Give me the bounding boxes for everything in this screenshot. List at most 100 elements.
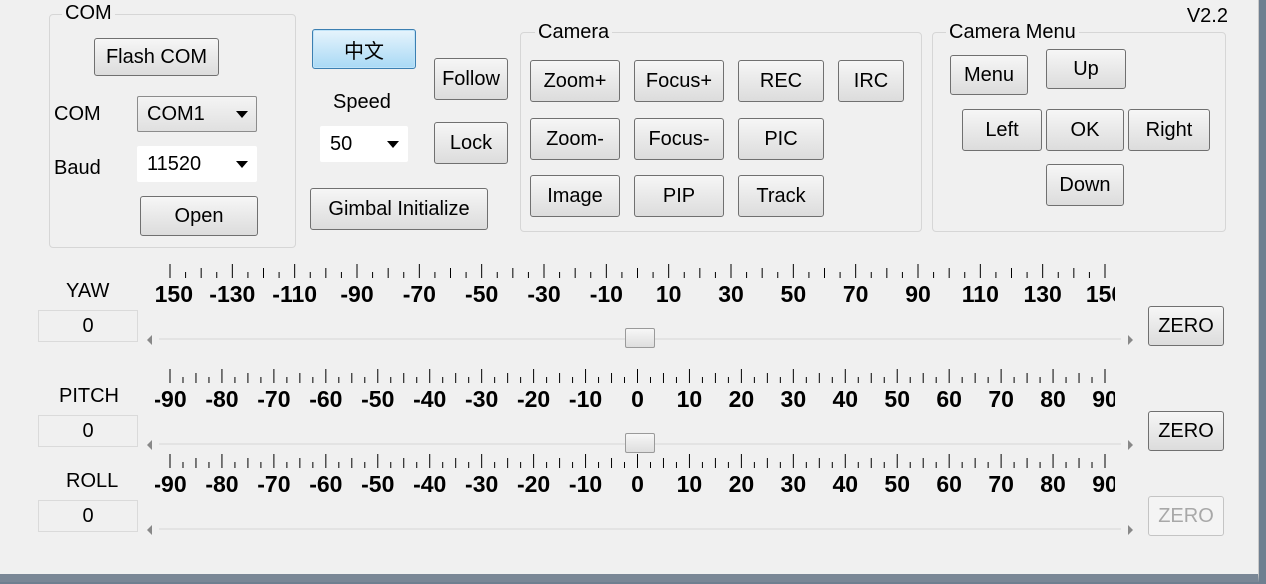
- follow-button[interactable]: Follow: [434, 58, 508, 100]
- scale-tick-label: -130: [209, 281, 255, 307]
- scale-tick-label: 110: [962, 281, 999, 307]
- scale-tick-label: 20: [729, 471, 755, 497]
- chevron-right-icon[interactable]: [1128, 440, 1133, 450]
- scale-tick-label: 10: [677, 471, 703, 497]
- roll-value-display: 0: [38, 500, 138, 532]
- left-button[interactable]: Left: [962, 109, 1042, 151]
- com-port-value: COM1: [147, 102, 205, 125]
- language-button[interactable]: 中文: [312, 29, 416, 69]
- scale-tick-label: 0: [631, 386, 644, 412]
- focus-out-button[interactable]: Focus-: [634, 118, 724, 160]
- chevron-down-icon: [236, 161, 248, 168]
- version-label: V2.2: [1186, 5, 1228, 27]
- speed-select[interactable]: 50: [320, 126, 408, 162]
- scale-tick-label: -90: [340, 281, 373, 307]
- yaw-slider-thumb[interactable]: [625, 328, 655, 348]
- yaw-zero-button[interactable]: ZERO: [1148, 306, 1224, 346]
- chevron-left-icon[interactable]: [147, 335, 152, 345]
- gimbal-initialize-button[interactable]: Gimbal Initialize: [310, 188, 488, 230]
- scale-tick-label: -10: [569, 471, 602, 497]
- open-button[interactable]: Open: [140, 196, 258, 236]
- yaw-value-display: 0: [38, 310, 138, 342]
- scale-tick-label: 70: [988, 471, 1014, 497]
- yaw-slider[interactable]: [145, 328, 1135, 350]
- track-button[interactable]: Track: [738, 175, 824, 217]
- scale-tick-label: -90: [155, 471, 187, 497]
- rec-button[interactable]: REC: [738, 60, 824, 102]
- scale-tick-label: -60: [309, 386, 342, 412]
- scale-tick-label: 90: [1092, 471, 1115, 497]
- scale-tick-label: 10: [677, 386, 703, 412]
- down-button[interactable]: Down: [1046, 164, 1124, 206]
- scale-tick-label: -110: [272, 281, 317, 307]
- scale-tick-label: 90: [905, 281, 931, 307]
- zoom-in-button[interactable]: Zoom+: [530, 60, 620, 102]
- right-button[interactable]: Right: [1128, 109, 1210, 151]
- up-button[interactable]: Up: [1046, 49, 1126, 89]
- lock-button[interactable]: Lock: [434, 122, 508, 164]
- scale-tick-label: 0: [631, 471, 644, 497]
- scale-tick-label: 150: [1086, 281, 1115, 307]
- chevron-right-icon[interactable]: [1128, 525, 1133, 535]
- scale-tick-label: -20: [517, 471, 550, 497]
- baud-label: Baud: [54, 157, 101, 179]
- scale-tick-label: 40: [832, 471, 858, 497]
- scale-tick-label: -10: [569, 386, 602, 412]
- pip-button[interactable]: PIP: [634, 175, 724, 217]
- yaw-label: YAW: [66, 280, 110, 302]
- scale-tick-label: 30: [781, 471, 807, 497]
- image-button[interactable]: Image: [530, 175, 620, 217]
- scale-tick-label: 130: [1023, 281, 1061, 307]
- scale-tick-label: 80: [1040, 471, 1066, 497]
- roll-slider[interactable]: [145, 518, 1135, 540]
- camera-menu-title: Camera Menu: [946, 21, 1079, 43]
- pic-button[interactable]: PIC: [738, 118, 824, 160]
- scale-tick-label: 60: [936, 471, 962, 497]
- yaw-scale: -150 -130 -110 -90 -70 -50 -30 -10 10 30 50 70 90 110…: [155, 264, 1115, 307]
- slider-track: [159, 528, 1121, 530]
- scale-tick-label: -30: [527, 281, 560, 307]
- scale-tick-label: 60: [936, 386, 962, 412]
- scale-tick-label: 30: [781, 386, 807, 412]
- roll-label: ROLL: [66, 470, 119, 492]
- pitch-zero-button[interactable]: ZERO: [1148, 411, 1224, 451]
- irc-button[interactable]: IRC: [838, 60, 904, 102]
- scale-tick-label: -90: [155, 386, 187, 412]
- com-port-select[interactable]: COM1: [137, 96, 257, 132]
- scale-tick-label: 10: [656, 281, 682, 307]
- scale-tick-label: -150: [155, 281, 193, 307]
- pitch-slider-thumb[interactable]: [625, 433, 655, 453]
- pitch-label: PITCH: [59, 385, 119, 407]
- chevron-left-icon[interactable]: [147, 525, 152, 535]
- scale-tick-label: -80: [205, 386, 238, 412]
- app-window: V2.2 COM Flash COM COM COM1 Baud 11520 O…: [0, 0, 1259, 582]
- baud-value: 11520: [147, 152, 202, 175]
- scale-tick-label: 80: [1040, 386, 1066, 412]
- scale-tick-label: 90: [1092, 386, 1115, 412]
- scale-tick-label: -50: [361, 471, 394, 497]
- scale-tick-label: 30: [718, 281, 744, 307]
- baud-select[interactable]: 11520: [137, 146, 257, 182]
- scale-tick-label: -30: [465, 386, 498, 412]
- camera-group-title: Camera: [535, 21, 613, 43]
- chevron-down-icon: [387, 141, 399, 148]
- menu-button[interactable]: Menu: [950, 55, 1028, 95]
- scale-tick-label: -60: [309, 471, 342, 497]
- scale-tick-label: 50: [884, 386, 910, 412]
- scale-tick-label: 50: [781, 281, 807, 307]
- pitch-value-display: 0: [38, 415, 138, 447]
- flash-com-button[interactable]: Flash COM: [94, 38, 219, 76]
- scale-tick-label: -40: [413, 471, 446, 497]
- focus-in-button[interactable]: Focus+: [634, 60, 724, 102]
- scale-tick-label: -10: [590, 281, 623, 307]
- scale-tick-label: 70: [988, 386, 1014, 412]
- scale-tick-label: 40: [832, 386, 858, 412]
- scale-tick-label: -70: [257, 471, 290, 497]
- chevron-right-icon[interactable]: [1128, 335, 1133, 345]
- scale-tick-label: 20: [729, 386, 755, 412]
- scale-tick-label: 50: [884, 471, 910, 497]
- speed-label: Speed: [333, 91, 391, 113]
- zoom-out-button[interactable]: Zoom-: [530, 118, 620, 160]
- ok-button[interactable]: OK: [1046, 109, 1124, 151]
- chevron-left-icon[interactable]: [147, 440, 152, 450]
